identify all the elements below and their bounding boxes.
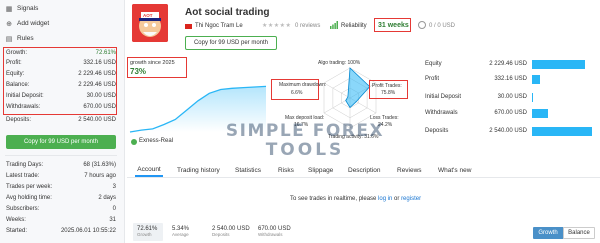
reviews-count[interactable]: 0 reviews: [295, 23, 320, 29]
right-stat-value: 2 540.00 USD: [489, 128, 527, 134]
flag-icon: [185, 24, 192, 29]
radar-profit-trades-value: 75.8%: [381, 90, 396, 96]
tab-whats-new[interactable]: What's new: [438, 163, 471, 177]
footer-stat-growth: 72.61% Growth: [137, 226, 158, 237]
right-stat-label: Profit: [425, 76, 440, 82]
right-stat-bar: [532, 59, 585, 69]
stat-latest-trade: Latest trade: 7 hours ago: [6, 173, 116, 179]
subscribers-summary: 0 / 0 USD: [429, 23, 456, 29]
tab-account[interactable]: Account: [135, 163, 163, 177]
radar-max-drawdown-value: 6.6%: [291, 90, 303, 96]
right-stat-label: Withdrawals: [425, 110, 458, 116]
weeks-count: 31 weeks: [378, 22, 409, 29]
reliability-icon: [330, 21, 338, 29]
stat-trading-days: Trading Days: 68 (31.63%): [6, 162, 116, 168]
toggle-balance[interactable]: Balance: [563, 227, 595, 239]
nav-add-widget[interactable]: ⊕ Add widget: [5, 18, 49, 29]
stat-trades-per-week: Trades per week: 3: [6, 184, 116, 190]
tab-risks[interactable]: Risks: [278, 163, 294, 177]
plus-icon: ⊕: [6, 20, 12, 28]
sidebar: ▦ Signals ⊕ Add widget ▤ Rules Growth: 72…: [0, 0, 125, 243]
stat-initial-deposit: Initial Deposit: 30.00 USD: [6, 93, 116, 99]
right-stat-bar-track: [532, 126, 592, 136]
stars-rating: ★★★★★: [262, 23, 292, 29]
right-stat-row: Deposits 2 540.00 USD: [425, 126, 595, 136]
author-name[interactable]: Thi Ngoc Tram Le: [195, 23, 243, 29]
stat-equity: Equity: 2 229.46 USD: [6, 71, 116, 77]
tab-statistics[interactable]: Statistics: [235, 163, 261, 177]
right-stat-bar: [532, 74, 540, 84]
stat-balance: Balance: 2 229.46 USD: [6, 82, 116, 88]
avatar: AOT: [132, 4, 168, 42]
footer-stat-withdrawals: 670.00 USD Withdrawals: [258, 226, 291, 237]
right-stat-bar-track: [532, 59, 592, 69]
tabs-divider: [127, 177, 600, 178]
right-stat-bar-track: [532, 108, 592, 118]
stat-deposits: Deposits: 2 540.00 USD: [6, 117, 116, 123]
tab-trading-history[interactable]: Trading history: [177, 163, 220, 177]
copy-signal-button-header[interactable]: Copy for 99 USD per month: [185, 36, 277, 50]
right-stat-label: Equity: [425, 61, 442, 67]
right-stat-bar: [532, 126, 592, 136]
right-stat-value: 332.16 USD: [494, 76, 527, 82]
copy-signal-button-sidebar[interactable]: Copy for 99 USD per month: [6, 135, 116, 149]
right-stat-value: 670.00 USD: [494, 110, 527, 116]
stat-profit: Profit: 332.16 USD: [6, 60, 116, 66]
right-stat-value: 30.00 USD: [497, 94, 527, 100]
right-stat-bar-track: [532, 74, 592, 84]
tab-slippage[interactable]: Slippage: [308, 163, 333, 177]
stat-weeks: Weeks: 31: [6, 217, 116, 223]
footer-stat-deposits: 2 540.00 USD Deposits: [212, 226, 250, 237]
divider: [5, 155, 117, 156]
stat-subscribers: Subscribers: 0: [6, 206, 116, 212]
nav-rules[interactable]: ▤ Rules: [5, 33, 34, 44]
tab-description[interactable]: Description: [348, 163, 381, 177]
right-stat-row: Withdrawals 670.00 USD: [425, 108, 595, 118]
right-stat-bar: [532, 92, 533, 102]
login-link[interactable]: log in: [378, 196, 392, 202]
tab-reviews[interactable]: Reviews: [397, 163, 422, 177]
radar-shape: [345, 67, 371, 109]
right-stat-label: Deposits: [425, 128, 449, 134]
watermark-line1: SIMPLE FOREX: [225, 121, 385, 141]
right-stat-value: 2 229.46 USD: [489, 61, 527, 67]
signal-title: Aot social trading: [185, 7, 270, 18]
radar-algo: Algo trading: 100%: [318, 60, 361, 66]
register-link[interactable]: register: [401, 196, 421, 202]
right-stat-row: Initial Deposit 30.00 USD: [425, 92, 595, 102]
right-stat-label: Initial Deposit: [425, 94, 462, 100]
user-icon: [418, 21, 426, 29]
stat-avg-holding-time: Avg holding time: 2 days: [6, 195, 116, 201]
login-message: To see trades in realtime, please log in…: [290, 196, 422, 202]
reliability-label: Reliability: [341, 23, 367, 29]
toggle-growth[interactable]: Growth: [533, 227, 563, 239]
watermark-line2: TOOLS: [265, 140, 345, 160]
nav-signals[interactable]: ▦ Signals: [5, 3, 39, 14]
right-stat-row: Equity 2 229.46 USD: [425, 59, 595, 69]
stat-withdrawals: Withdrawals: 670.00 USD: [6, 104, 116, 110]
stat-growth: Growth: 72.61%: [6, 50, 116, 56]
right-stat-row: Profit 332.16 USD: [425, 74, 595, 84]
footer-stat-average: 5.34% Average: [172, 226, 190, 237]
document-icon: ▤: [5, 35, 13, 43]
radar-profit-trades-label: Profit Trades:: [372, 83, 402, 89]
broker-name: Exness-Real: [139, 138, 174, 144]
stat-started: Started: 2025.06.01 10:55:22: [6, 228, 116, 234]
broker-icon: [131, 139, 137, 145]
signal-icon: ▦: [5, 5, 13, 13]
right-stat-bar: [532, 108, 548, 118]
right-stat-bar-track: [532, 92, 592, 102]
radar-max-drawdown-label: Maximum drawdown:: [279, 82, 327, 88]
